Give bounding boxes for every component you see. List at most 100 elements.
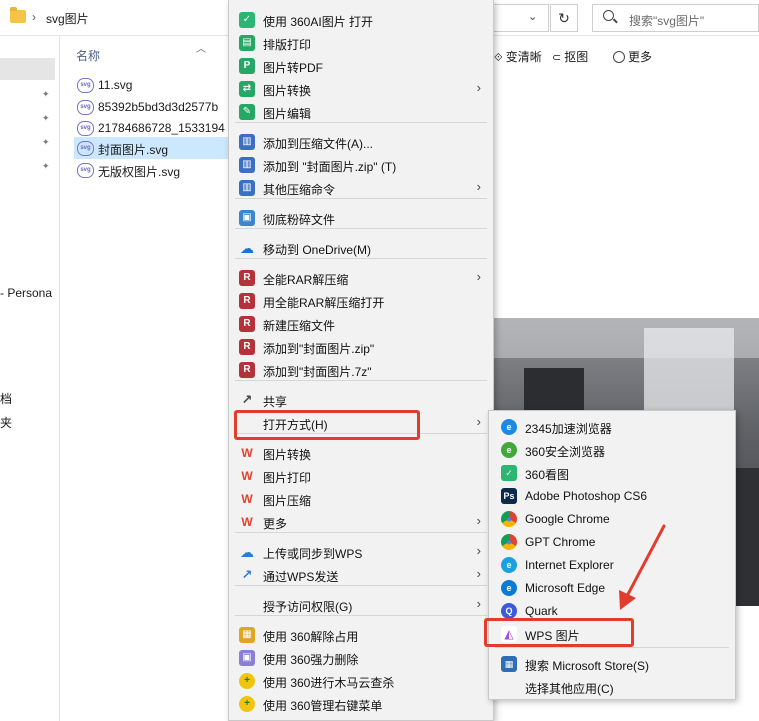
menu-separator xyxy=(235,380,487,381)
sharpen-button[interactable]: ⟐ 变清晰 xyxy=(494,48,542,65)
open-with-item-label: 选择其他应用(C) xyxy=(525,682,614,696)
file-name: 21784686728_1533194 xyxy=(98,121,225,135)
menu-item-shred-file[interactable]: ▣ 彻底粉碎文件 xyxy=(231,206,491,229)
shred-icon: ▣ xyxy=(239,210,255,226)
menu-item-label: 其他压缩命令 xyxy=(263,183,336,197)
search-input[interactable]: 搜索"svg图片" xyxy=(592,4,759,32)
menu-item-image-to-pdf[interactable]: P 图片转PDF xyxy=(231,54,491,77)
sort-caret-icon: ︿ xyxy=(196,44,206,55)
menu-item-wps-image-convert[interactable]: W 图片转换 xyxy=(231,441,491,464)
chevron-right-icon: › xyxy=(476,566,481,581)
menu-item-move-to-onedrive[interactable]: ☁ 移动到 OneDrive(M) xyxy=(231,236,491,259)
menu-item-wps-send[interactable]: ↗ 通过WPS发送 › xyxy=(231,563,491,586)
chevron-right-icon[interactable]: › xyxy=(32,10,36,24)
wps-cloud-icon: ☁ xyxy=(240,544,254,560)
menu-separator xyxy=(235,228,487,229)
file-row[interactable]: svg 21784686728_1533194 xyxy=(74,117,234,139)
file-row[interactable]: svg 11.svg xyxy=(74,74,234,96)
menu-item-360-force-delete[interactable]: ▣ 使用 360强力删除 xyxy=(231,646,491,669)
menu-item-360-trojan-scan[interactable]: + 使用 360进行木马云查杀 xyxy=(231,669,491,692)
file-name: 85392b5bd3d3d2577b xyxy=(98,100,219,114)
360-browser-icon: e xyxy=(501,442,517,458)
search-icon xyxy=(603,10,614,21)
menu-separator xyxy=(235,258,487,259)
open-with-item-label: Quark xyxy=(525,604,558,618)
open-with-item-2345-browser[interactable]: e 2345加速浏览器 xyxy=(491,415,733,438)
menu-item-rar-new[interactable]: R 新建压缩文件 xyxy=(231,312,491,335)
convert-icon: ⇄ xyxy=(239,81,255,97)
chevron-right-icon: › xyxy=(476,543,481,558)
menu-item-label: 全能RAR解压缩 xyxy=(263,273,349,287)
menu-item-other-compress[interactable]: ▥ 其他压缩命令 › xyxy=(231,176,491,199)
menu-separator xyxy=(235,198,487,199)
menu-item-label: 使用 360强力删除 xyxy=(263,653,359,667)
nav-item-personal[interactable]: - Persona xyxy=(0,286,52,300)
open-with-item-label: Google Chrome xyxy=(525,512,610,526)
open-with-item-choose-other[interactable]: 选择其他应用(C) xyxy=(491,675,733,698)
menu-item-share[interactable]: ↗ 共享 xyxy=(231,388,491,411)
menu-item-label: 用全能RAR解压缩打开 xyxy=(263,296,385,310)
menu-item-rar-open[interactable]: R 用全能RAR解压缩打开 xyxy=(231,289,491,312)
address-box-end[interactable] xyxy=(494,4,549,32)
menu-item-rar-extract[interactable]: R 全能RAR解压缩 › xyxy=(231,266,491,289)
highlight-open-with xyxy=(234,410,420,440)
menu-item-label: 使用 360AI图片 打开 xyxy=(263,15,374,29)
file-name: 封面图片.svg xyxy=(98,143,169,157)
print-icon: ▤ xyxy=(239,35,255,51)
wps-compress-icon: W xyxy=(241,492,253,506)
search-placeholder: 搜索"svg图片" xyxy=(629,14,705,28)
menu-item-360-manage-menu[interactable]: + 使用 360管理右键菜单 xyxy=(231,692,491,715)
file-row[interactable]: svg 封面图片.svg xyxy=(74,137,234,159)
menu-item-360-unlock[interactable]: ▦ 使用 360解除占用 xyxy=(231,623,491,646)
folder-icon xyxy=(10,7,26,23)
open-with-item-photoshop[interactable]: Ps Adobe Photoshop CS6 xyxy=(491,484,733,507)
menu-item-label: 共享 xyxy=(263,395,288,409)
file-name: 无版权图片.svg xyxy=(98,165,181,179)
menu-item-grant-access[interactable]: 授予访问权限(G) › xyxy=(231,593,491,616)
menu-item-label: 添加到"封面图片.zip" xyxy=(263,342,375,356)
360-viewer-icon: ✓ xyxy=(501,465,517,481)
menu-item-rar-add-7z[interactable]: R 添加到"封面图片.7z" xyxy=(231,358,491,381)
nav-item-folder[interactable]: 夹 xyxy=(0,414,12,431)
menu-item-wps-upload-sync[interactable]: ☁ 上传或同步到WPS › xyxy=(231,540,491,563)
menu-item-image-edit[interactable]: ✎ 图片编辑 xyxy=(231,100,491,123)
menu-item-add-to-zip[interactable]: ▥ 添加到 "封面图片.zip" (T) xyxy=(231,153,491,176)
ie-icon: e xyxy=(501,557,517,573)
cutout-button[interactable]: ⊂ 抠图 xyxy=(552,48,588,65)
open-with-item-360-browser[interactable]: e 360安全浏览器 xyxy=(491,438,733,461)
ai-image-icon: ✓ xyxy=(239,12,255,28)
cutout-icon: ⊂ xyxy=(552,52,565,64)
quark-icon: Q xyxy=(501,603,517,619)
menu-item-rar-add-zip[interactable]: R 添加到"封面图片.zip" xyxy=(231,335,491,358)
open-with-item-360-viewer[interactable]: ✓ 360看图 xyxy=(491,461,733,484)
nav-selected-item[interactable] xyxy=(0,58,55,80)
rar-zip-icon: R xyxy=(239,339,255,355)
menu-item-open-with-360ai[interactable]: ✓ 使用 360AI图片 打开 xyxy=(231,8,491,31)
nav-item-documents[interactable]: 档 xyxy=(0,390,12,407)
menu-item-wps-image-print[interactable]: W 图片打印 xyxy=(231,464,491,487)
menu-item-layout-print[interactable]: ▤ 排版打印 xyxy=(231,31,491,54)
archive-icon: ▥ xyxy=(239,134,255,150)
chevron-right-icon: › xyxy=(476,513,481,528)
file-row[interactable]: svg 85392b5bd3d3d2577b xyxy=(74,96,234,118)
force-delete-icon: ▣ xyxy=(239,650,255,666)
rar-open-icon: R xyxy=(239,293,255,309)
more-label: 更多 xyxy=(628,50,653,64)
chrome-icon: ● xyxy=(501,511,517,527)
more-button[interactable]: 更多 xyxy=(613,48,652,65)
menu-item-image-convert[interactable]: ⇄ 图片转换 › xyxy=(231,77,491,100)
menu-item-wps-more[interactable]: W 更多 › xyxy=(231,510,491,533)
menu-item-add-to-archive[interactable]: ▥ 添加到压缩文件(A)... xyxy=(231,130,491,153)
svg-file-icon: svg xyxy=(77,100,94,115)
highlight-wps-image xyxy=(484,618,634,647)
open-with-item-store[interactable]: ▦ 搜索 Microsoft Store(S) xyxy=(491,652,733,675)
store-icon: ▦ xyxy=(501,656,517,672)
column-name[interactable]: 名称 xyxy=(76,47,100,64)
file-row[interactable]: svg 无版权图片.svg xyxy=(74,159,234,181)
archive-more-icon: ▥ xyxy=(239,180,255,196)
menu-item-wps-image-compress[interactable]: W 图片压缩 xyxy=(231,487,491,510)
svg-file-icon: svg xyxy=(77,78,94,93)
address-path[interactable]: svg图片 xyxy=(46,10,89,27)
refresh-button[interactable]: ↻ xyxy=(550,4,578,32)
chevron-down-icon[interactable]: ⌄ xyxy=(528,10,537,23)
